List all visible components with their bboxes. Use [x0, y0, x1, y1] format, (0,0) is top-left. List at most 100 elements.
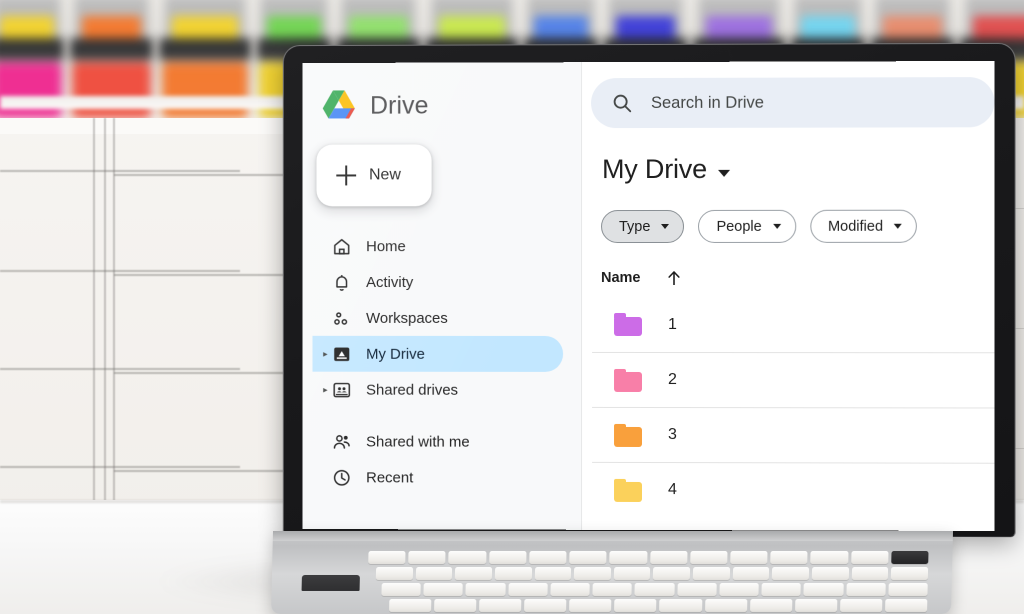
keyboard-key: [891, 551, 929, 564]
keyboard-row: [389, 599, 928, 612]
expand-caret-icon[interactable]: ▸: [320, 384, 330, 394]
keyboard-dark-key: [301, 575, 360, 591]
keyboard-key: [811, 567, 849, 580]
workspaces-icon: [330, 307, 352, 329]
keyboard-key: [569, 599, 612, 612]
sidebar-item-recent[interactable]: ▸Recent: [313, 459, 564, 495]
sidebar-nav-list: ▸Home▸Activity▸Workspaces▸My Drive▸Share…: [303, 228, 581, 496]
keyboard-row: [368, 551, 929, 564]
keyboard-key: [494, 567, 532, 580]
filter-chips: Type People Modified: [601, 209, 918, 244]
keyboard-key: [634, 583, 675, 596]
file-list: 1 2 3 4: [592, 297, 995, 518]
filter-chip-label: People: [716, 218, 762, 235]
filter-chip-label: Modified: [827, 218, 884, 235]
new-button[interactable]: New: [316, 144, 432, 207]
bell-icon: [330, 271, 352, 293]
keyboard-key: [689, 551, 728, 564]
keyboard-key: [677, 583, 717, 596]
search-input[interactable]: Search in Drive: [591, 77, 995, 129]
search-icon: [613, 94, 632, 113]
filter-chip-people[interactable]: People: [698, 209, 796, 243]
keyboard-key: [850, 551, 889, 564]
keyboard-key: [465, 583, 506, 596]
keyboard-key: [704, 599, 747, 612]
keyboard-key: [529, 551, 567, 564]
keyboard-key: [423, 583, 464, 596]
keyboard-key: [749, 599, 793, 612]
keyboard-key: [609, 551, 648, 564]
keyboard-key: [730, 551, 768, 564]
keyboard-key: [434, 599, 477, 612]
sidebar-item-activity[interactable]: ▸Activity: [313, 264, 564, 300]
brand-header: Drive: [303, 62, 581, 123]
page-title-row[interactable]: My Drive: [602, 154, 730, 185]
keyboard-key: [408, 551, 446, 564]
sidebar-item-workspaces[interactable]: ▸Workspaces: [313, 300, 564, 336]
new-button-label: New: [369, 166, 401, 184]
expand-caret-icon[interactable]: ▸: [320, 348, 330, 358]
column-header-name: Name: [601, 270, 641, 287]
keyboard-key: [381, 583, 421, 596]
main-content: Search in Drive My Drive Type People Modif…: [582, 60, 995, 532]
keyboard-key: [508, 583, 548, 596]
folder-icon: [614, 478, 643, 502]
page-title: My Drive: [602, 153, 707, 185]
keyboard-key: [772, 567, 810, 580]
file-row[interactable]: 1: [592, 297, 994, 352]
keyboard-key: [719, 583, 759, 596]
keyboard-key: [810, 551, 849, 564]
file-name: 2: [668, 371, 677, 389]
shared-drives-icon: [330, 379, 352, 401]
keyboard-key: [851, 567, 889, 580]
keyboard-key: [479, 599, 522, 612]
keyboard-key: [770, 551, 808, 564]
sidebar-item-label: Shared with me: [366, 433, 470, 451]
sidebar-item-label: Workspaces: [366, 309, 448, 327]
folder-icon: [614, 312, 643, 336]
keyboard-key: [592, 583, 633, 596]
file-row[interactable]: 3: [592, 406, 995, 463]
keyboard-key: [794, 599, 838, 612]
keyboard-key: [803, 583, 844, 596]
keyboard-key: [375, 567, 413, 580]
keyboard-key: [569, 551, 607, 564]
people-icon: [330, 430, 352, 452]
keyboard-key: [550, 583, 590, 596]
keyboard-key: [846, 583, 886, 596]
keyboard-key: [415, 567, 453, 580]
home-icon: [330, 235, 352, 257]
filter-chip-modified[interactable]: Modified: [809, 209, 918, 243]
laptop-base: [270, 531, 954, 614]
column-header-row[interactable]: Name: [601, 270, 680, 286]
clock-icon: [330, 466, 352, 488]
keyboard-key: [659, 599, 702, 612]
brand-name: Drive: [370, 91, 429, 120]
search-bar-container: Search in Drive: [582, 77, 995, 129]
sidebar-item-my-drive[interactable]: ▸ My Drive: [312, 335, 564, 372]
keyboard-key: [653, 567, 691, 580]
keyboard-key: [524, 599, 567, 612]
keyboard-key: [891, 567, 929, 580]
keyboard-key: [732, 567, 770, 580]
chevron-down-icon[interactable]: [717, 169, 730, 177]
sidebar-item-label: Shared drives: [366, 381, 459, 399]
sidebar-item-home[interactable]: ▸Home: [313, 228, 564, 264]
filter-chip-type[interactable]: Type: [601, 209, 685, 244]
sidebar-item-label: Activity: [366, 273, 414, 291]
sidebar-item-label: Home: [366, 237, 406, 255]
file-name: 1: [668, 315, 677, 333]
keyboard-key: [884, 599, 928, 612]
sidebar-item-shared-with-me[interactable]: ▸Shared with me: [313, 423, 564, 459]
sidebar-item-label: Recent: [366, 468, 414, 486]
file-row[interactable]: 2: [592, 351, 995, 408]
sidebar-item-shared-drives[interactable]: ▸ Shared drives: [313, 372, 564, 408]
screenshot-scene: Drive New ▸Home▸Activity▸Workspaces▸My D…: [0, 0, 1024, 614]
arrow-up-icon: [667, 271, 679, 285]
drive-app-screen: Drive New ▸Home▸Activity▸Workspaces▸My D…: [302, 60, 995, 532]
chevron-down-icon: [894, 223, 903, 229]
keyboard-row: [375, 567, 929, 580]
filter-chip-label: Type: [619, 218, 651, 235]
sidebar-item-label: My Drive: [366, 345, 425, 363]
file-row[interactable]: 4: [592, 461, 995, 518]
